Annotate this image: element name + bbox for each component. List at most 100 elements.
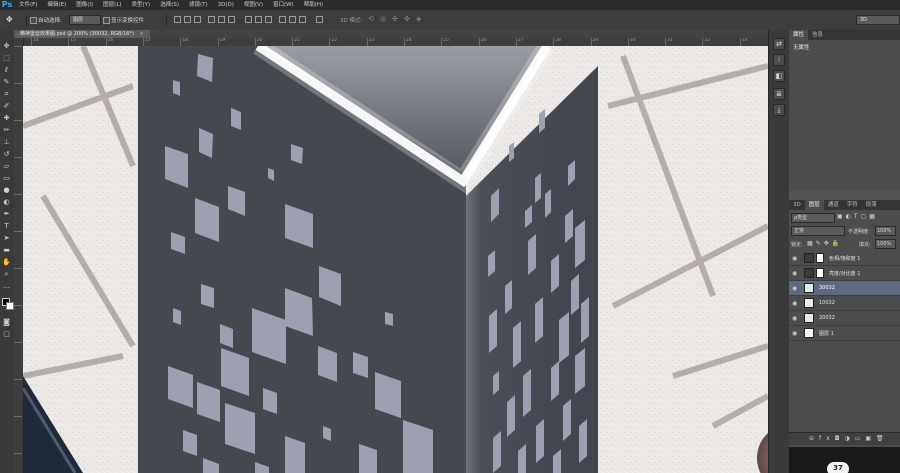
distribute-right-icon[interactable] — [299, 16, 306, 23]
align-vcenter-icon[interactable] — [184, 16, 191, 23]
3d-rotate-icon[interactable]: ⟲ — [368, 15, 374, 23]
show-transform-checkbox[interactable] — [103, 17, 110, 24]
pen-tool-icon[interactable]: ✒ — [2, 210, 11, 219]
distribute-bottom-icon[interactable] — [265, 16, 272, 23]
visibility-eye-icon[interactable]: ◉ — [792, 285, 797, 292]
menu-item[interactable]: 帮助(H) — [299, 0, 328, 10]
menu-item[interactable]: 视图(V) — [239, 0, 268, 10]
ruler-tick — [329, 38, 331, 46]
visibility-eye-icon[interactable]: ◉ — [792, 330, 797, 337]
zoom-tool-icon[interactable]: ⌕ — [2, 270, 11, 279]
eraser-tool-icon[interactable]: ▱ — [2, 162, 11, 171]
quick-mask-icon[interactable]: ◙ — [2, 318, 11, 327]
layer-action-icons[interactable]: ⊖fx◘◑▭▣🗑 — [809, 435, 889, 442]
opacity-input[interactable]: 100% — [875, 226, 896, 236]
menu-item[interactable]: 图像(I) — [71, 0, 98, 10]
distribute-top-icon[interactable] — [245, 16, 252, 23]
gradient-tool-icon[interactable]: ▭ — [2, 174, 11, 183]
smart-object-thumbnail — [804, 313, 814, 323]
clone-stamp-tool-icon[interactable]: ⊥ — [2, 138, 11, 147]
workspace-dropdown[interactable]: 3D — [856, 15, 900, 25]
brush-tool-icon[interactable]: ✏ — [2, 126, 11, 135]
fill-input[interactable]: 100% — [875, 239, 896, 249]
properties-panel: 属性 信息 无属性 — [789, 30, 900, 190]
close-tab-icon[interactable]: × — [140, 31, 144, 37]
auto-select-dropdown[interactable]: 图层 — [69, 15, 101, 25]
tab-character[interactable]: 字符 — [843, 200, 862, 210]
menu-item[interactable]: 编辑(E) — [42, 0, 71, 10]
layer-filter-dropdown[interactable]: ρ类型 — [791, 213, 835, 223]
align-hcenter-icon[interactable] — [218, 16, 225, 23]
3d-pan-icon[interactable]: ✣ — [392, 15, 398, 23]
tab-layers[interactable]: 图层 — [804, 200, 824, 210]
hand-tool-icon[interactable]: ✋ — [2, 258, 11, 267]
3d-scale-icon[interactable]: ◈ — [416, 15, 421, 23]
align-bottom-icon[interactable] — [194, 16, 201, 23]
path-select-tool-icon[interactable]: ➤ — [2, 234, 11, 243]
history-panel-icon[interactable]: ⇄ — [773, 38, 785, 50]
adjustments-panel-icon[interactable]: ◧ — [773, 70, 785, 82]
visibility-eye-icon[interactable]: ◉ — [792, 300, 797, 307]
auto-select-checkbox[interactable] — [30, 17, 37, 24]
blur-tool-icon[interactable]: ● — [2, 186, 11, 195]
menu-item[interactable]: 滤镜(T) — [184, 0, 213, 10]
visibility-eye-icon[interactable]: ◉ — [792, 315, 797, 322]
layer-row[interactable]: ◉ 色相/饱和度 1 — [789, 251, 900, 266]
type-tool-icon[interactable]: T — [2, 222, 11, 231]
menu-item[interactable]: 窗口(W) — [268, 0, 299, 10]
menu-item[interactable]: 类型(Y) — [127, 0, 156, 10]
3d-roll-icon[interactable]: ◎ — [380, 15, 386, 23]
visibility-eye-icon[interactable]: ◉ — [792, 270, 797, 277]
filter-icons[interactable]: ▣◐T▢▦ — [837, 213, 878, 220]
3d-slide-icon[interactable]: ✜ — [404, 15, 410, 23]
align-left-icon[interactable] — [208, 16, 215, 23]
distribute-hcenter-icon[interactable] — [289, 16, 296, 23]
visibility-eye-icon[interactable]: ◉ — [792, 255, 797, 262]
layer-row[interactable]: ◉ 亮度/对比度 1 — [789, 266, 900, 281]
crop-tool-icon[interactable]: ⌗ — [2, 90, 11, 99]
actions-panel-icon[interactable]: ⁝ — [773, 54, 785, 66]
layer-row[interactable]: ◉ 图层 1 — [789, 326, 900, 341]
shape-tool-icon[interactable]: ▬ — [2, 246, 11, 255]
extra-tools-icon[interactable]: … — [2, 282, 11, 291]
layer-mask-thumbnail[interactable] — [816, 268, 824, 278]
distribute-vcenter-icon[interactable] — [255, 16, 262, 23]
align-right-icon[interactable] — [228, 16, 235, 23]
background-color-swatch[interactable] — [6, 302, 14, 310]
tab-3d[interactable]: 3D — [789, 200, 805, 210]
document-canvas[interactable] — [23, 46, 768, 473]
layers-tabs: 3D 图层 通道 字符 段落 — [789, 200, 900, 210]
dodge-tool-icon[interactable]: ◐ — [2, 198, 11, 207]
layer-mask-thumbnail[interactable] — [816, 253, 824, 263]
healing-brush-tool-icon[interactable]: ✚ — [2, 114, 11, 123]
quick-select-tool-icon[interactable]: ✎ — [2, 78, 11, 87]
move-tool-icon[interactable]: ✥ — [2, 42, 11, 51]
lock-icons[interactable]: ▦✎✥🔒 — [807, 240, 842, 247]
align-top-icon[interactable] — [174, 16, 181, 23]
tab-info[interactable]: 信息 — [808, 30, 827, 40]
eyedropper-tool-icon[interactable]: ✐ — [2, 102, 11, 111]
menu-item[interactable]: 文件(F) — [14, 0, 42, 10]
distribute-left-icon[interactable] — [279, 16, 286, 23]
auto-align-icon[interactable] — [316, 16, 323, 23]
ruler-tick — [14, 194, 22, 195]
menu-item[interactable]: 选择(S) — [155, 0, 184, 10]
layer-row[interactable]: ◉ 30032 — [789, 281, 900, 296]
menu-item[interactable]: 图层(L) — [98, 0, 126, 10]
document-tab[interactable]: 精神堡垒效果图.psd @ 200% (30032, RGB/16*) × — [14, 30, 150, 38]
tab-properties[interactable]: 属性 — [789, 30, 809, 40]
swatches-panel-icon[interactable]: ≣ — [773, 88, 785, 100]
menu-item[interactable]: 3D(D) — [213, 0, 239, 10]
styles-panel-icon[interactable]: ⤓ — [773, 104, 785, 116]
tab-paragraph[interactable]: 段落 — [862, 200, 881, 210]
layer-row[interactable]: ◉ 20032 — [789, 311, 900, 326]
marquee-tool-icon[interactable]: ⬚ — [2, 54, 11, 63]
blend-mode-dropdown[interactable]: 正常 — [791, 226, 845, 236]
lasso-tool-icon[interactable]: ℓ — [2, 66, 11, 75]
document-tab-title: 精神堡垒效果图.psd @ 200% (30032, RGB/16*) — [20, 31, 134, 37]
tab-channels[interactable]: 通道 — [824, 200, 843, 210]
history-brush-tool-icon[interactable]: ↺ — [2, 150, 11, 159]
move-tool-icon[interactable]: ✥ — [6, 15, 13, 24]
layer-row[interactable]: ◉ 10032 — [789, 296, 900, 311]
screen-mode-icon[interactable]: ▢ — [2, 330, 11, 339]
